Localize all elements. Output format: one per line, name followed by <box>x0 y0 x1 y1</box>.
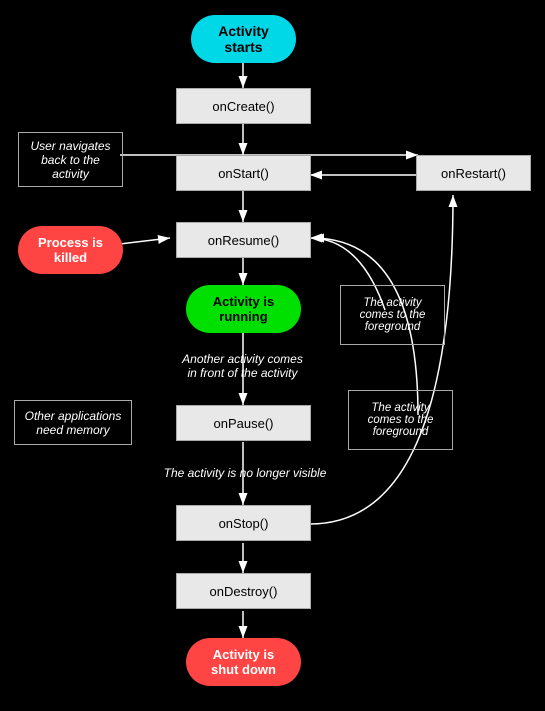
activity-running-node: Activity is running <box>186 285 301 333</box>
onpause-node: onPause() <box>176 405 311 441</box>
onrestart-node: onRestart() <box>416 155 531 191</box>
activity-shutdown-node: Activity is shut down <box>186 638 301 686</box>
activity-lifecycle-diagram: Activity starts onCreate() User navigate… <box>0 0 545 711</box>
oncreate-node: onCreate() <box>176 88 311 124</box>
another-activity-label: Another activity comesin front of the ac… <box>160 346 325 386</box>
onresume-node: onResume() <box>176 222 311 258</box>
no-longer-visible-label: The activity is no longer visible <box>145 460 345 485</box>
onstart-node: onStart() <box>176 155 311 191</box>
user-navigates-label: User navigatesback to theactivity <box>18 132 123 187</box>
ondestroy-node: onDestroy() <box>176 573 311 609</box>
process-killed-node: Process iskilled <box>18 226 123 274</box>
activity-foreground1-label: The activitycomes to theforeground <box>340 285 445 345</box>
other-apps-label: Other applicationsneed memory <box>14 400 132 445</box>
activity-foreground2-label: The activitycomes to theforeground <box>348 390 453 450</box>
activity-starts-node: Activity starts <box>191 15 296 63</box>
onstop-node: onStop() <box>176 505 311 541</box>
